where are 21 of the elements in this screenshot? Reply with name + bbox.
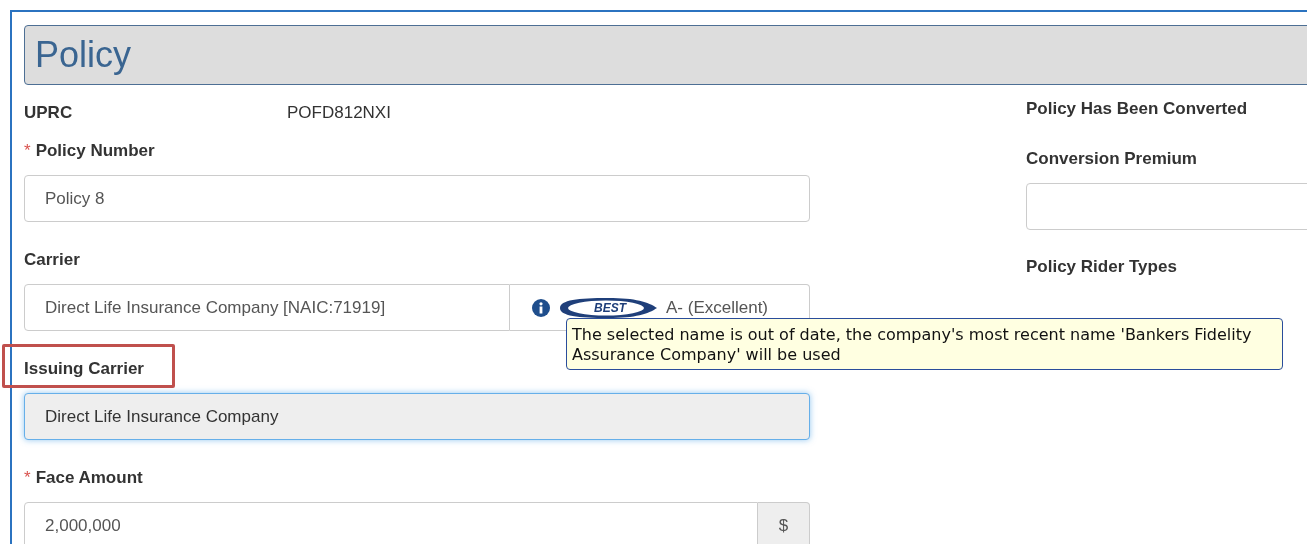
amount-field[interactable]: 2,000,000 (24, 502, 758, 544)
required-mark: * (24, 141, 31, 161)
field-label: UPRC (24, 103, 74, 123)
carrier-field[interactable]: Direct Life Insurance Company [NAIC:71919] (24, 284, 510, 331)
field-label: Issuing Carrier (24, 359, 144, 379)
field-label: Conversion Premium (1026, 149, 1197, 169)
field-label: Policy Has Been Converted (1026, 99, 1248, 119)
text-field[interactable]: Direct Life Insurance Company (24, 393, 810, 440)
required-mark: * (24, 468, 31, 488)
field-label: * Face Amount (24, 468, 143, 488)
tooltip: The selected name is out of date, the company's most recent name 'Bankers Fidelity Assurance Company' will be used (566, 318, 1283, 370)
field-label: * Policy Number (24, 141, 155, 161)
text-field[interactable] (1026, 183, 1307, 230)
rating-logo: BEST (558, 296, 658, 319)
panel-heading: Policy (24, 25, 1307, 85)
field-label: Policy Rider Types (1026, 257, 1177, 277)
info-icon[interactable] (532, 298, 550, 317)
field-value: POFD812NXI (287, 103, 391, 123)
field-label: Carrier (24, 250, 80, 270)
text-field[interactable]: Policy 8 (24, 175, 810, 222)
currency-addon: $ (758, 502, 810, 544)
